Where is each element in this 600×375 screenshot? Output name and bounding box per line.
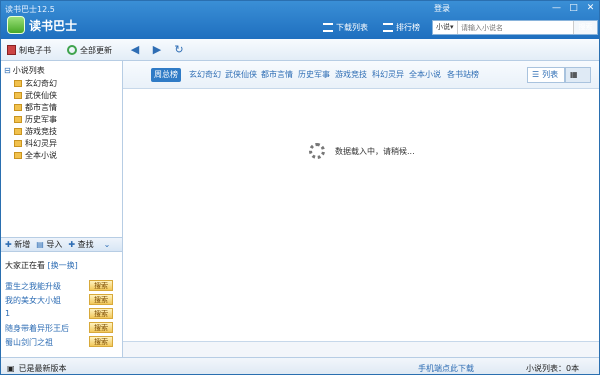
popular-book-link[interactable]: 重生之我能升级 (5, 281, 61, 292)
popular-search-button[interactable]: 搜索 (89, 322, 113, 333)
import-button[interactable]: ▤ 导入 (36, 239, 62, 250)
make-ebook-label: 制电子书 (19, 45, 51, 55)
status-bar: ▣ 已是最新版本 手机端点此下载 小说列表：0本 (1, 357, 599, 374)
popular-title: 大家正在看 [换一换] (5, 261, 78, 270)
app-logo: 读书巴士 (7, 15, 79, 35)
rank-list-label: 排行榜 (396, 22, 420, 32)
popular-book-link[interactable]: 1 (5, 309, 10, 318)
popular-book-link[interactable]: 蜀山剑门之祖 (5, 337, 53, 348)
popular-search-button[interactable]: 搜索 (89, 308, 113, 319)
rank-list-button[interactable]: 排行榜 (383, 20, 420, 34)
tab-youxi[interactable]: 游戏竞技 (332, 68, 370, 82)
sidebar: ⊟ 小说列表 玄幻奇幻 武侠仙侠 都市言情 历史军事 游戏竞技 科幻灵异 全本小… (1, 61, 123, 357)
search-category-select[interactable]: 小说▾ (433, 21, 458, 34)
maximize-button[interactable]: □ (565, 2, 582, 15)
app-name: 读书巴士 (29, 18, 78, 33)
refresh-icon (67, 45, 77, 55)
tab-quanben[interactable]: 全本小说 (406, 68, 444, 82)
tab-kehuan[interactable]: 科幻灵异 (369, 68, 407, 82)
tab-wuxia[interactable]: 武侠仙侠 (222, 68, 260, 82)
download-list-button[interactable]: 下载列表 (323, 20, 368, 34)
tab-dushi[interactable]: 都市言情 (258, 68, 296, 82)
folder-icon (14, 116, 22, 123)
find-icon: ✚ (68, 240, 76, 249)
view-grid-button[interactable]: ▦ (565, 67, 591, 83)
folder-icon (14, 152, 22, 159)
tab-sites[interactable]: 各书站榜 (444, 68, 482, 82)
update-all-button[interactable]: 全部更新 (67, 43, 112, 57)
popular-item: 我的美女大小姐 搜索 (5, 294, 119, 306)
find-button[interactable]: ✚ 查找 (68, 239, 93, 250)
minimize-button[interactable]: — (548, 2, 565, 15)
list-view-icon: ☰ (532, 70, 540, 79)
spinner-icon (309, 143, 325, 159)
popular-book-link[interactable]: 随身带着异形王后 (5, 323, 69, 334)
content-area: 周总榜 玄幻奇幻 武侠仙侠 都市言情 历史军事 游戏竞技 科幻灵异 全本小说 各… (123, 61, 599, 357)
tree-root[interactable]: ⊟ 小说列表 (4, 65, 45, 76)
folder-icon (14, 80, 22, 87)
search-button[interactable]: 搜索 (573, 21, 597, 34)
tree-root-label: 小说列表 (12, 66, 45, 75)
update-status-icon: ▣ (7, 364, 15, 373)
loading-indicator: 数据载入中，请稍候... (309, 143, 415, 159)
mobile-download-link[interactable]: 手机端点此下载 (418, 363, 474, 374)
grid-view-icon: ▦ (570, 70, 578, 79)
category-tabs: 周总榜 玄幻奇幻 武侠仙侠 都市言情 历史军事 游戏竞技 科幻灵异 全本小说 各… (123, 61, 599, 89)
add-icon: ✚ (5, 240, 12, 249)
tree-root-icon: ⊟ (4, 66, 11, 75)
folder-icon (14, 92, 22, 99)
novel-count: 小说列表：0本 (526, 364, 580, 373)
update-all-label: 全部更新 (80, 45, 112, 55)
refresh-link[interactable]: [换一换] (48, 261, 78, 270)
back-icon[interactable]: ◀ (128, 44, 142, 56)
tree-item-youxi[interactable]: 游戏竞技 (14, 126, 57, 137)
download-list-label: 下载列表 (336, 22, 368, 32)
collapse-icon[interactable]: ⌄ (104, 240, 111, 249)
popular-item: 重生之我能升级 搜索 (5, 280, 119, 292)
logo-icon (7, 16, 25, 34)
add-button[interactable]: ✚ 新增 (5, 239, 30, 250)
tree-item-lishi[interactable]: 历史军事 (14, 114, 57, 125)
sidebar-actions: ✚ 新增 ▤ 导入 ✚ 查找 ⌄ (1, 237, 122, 252)
list-icon (323, 22, 333, 32)
toolbar: 制电子书 全部更新 ◀ ▶ ↻ (1, 39, 599, 61)
tree-item-kehuan[interactable]: 科幻灵异 (14, 138, 57, 149)
version-status: ▣ 已是最新版本 (7, 364, 67, 373)
version-label: 读书巴士12.5 (5, 5, 55, 14)
tab-weekly[interactable]: 周总榜 (151, 68, 181, 82)
horizontal-scrollbar[interactable] (123, 341, 599, 357)
view-list-button[interactable]: ☰ 列表 (527, 67, 565, 83)
close-button[interactable]: ✕ (582, 2, 599, 15)
popular-search-button[interactable]: 搜索 (89, 336, 113, 347)
reload-icon[interactable]: ↻ (172, 44, 186, 56)
loading-text: 数据载入中，请稍候... (335, 146, 415, 156)
popular-item: 蜀山剑门之祖 搜索 (5, 336, 119, 348)
tree-item-quanben[interactable]: 全本小说 (14, 150, 57, 161)
popular-item: 1 搜索 (5, 308, 119, 320)
title-bar: 读书巴士12.5 读书巴士 下载列表 排行榜 登录 — □ ✕ 小说▾ 搜索 (1, 1, 599, 39)
popular-search-button[interactable]: 搜索 (89, 294, 113, 305)
tree-item-xuanhuan[interactable]: 玄幻奇幻 (14, 78, 57, 89)
popular-panel: 大家正在看 [换一换] 重生之我能升级 搜索 我的美女大小姐 搜索 1 搜索 随身带着… (1, 252, 122, 357)
import-icon: ▤ (36, 240, 44, 249)
tab-lishi[interactable]: 历史军事 (295, 68, 333, 82)
tree-item-wuxia[interactable]: 武侠仙侠 (14, 90, 57, 101)
make-ebook-button[interactable]: 制电子书 (7, 43, 51, 57)
book-icon (7, 45, 16, 55)
popular-item: 随身带着异形王后 搜索 (5, 322, 119, 334)
tree-item-dushi[interactable]: 都市言情 (14, 102, 57, 113)
tab-xuanhuan[interactable]: 玄幻奇幻 (186, 68, 224, 82)
search-box: 小说▾ 搜索 (432, 20, 598, 35)
popular-search-button[interactable]: 搜索 (89, 280, 113, 291)
popular-book-link[interactable]: 我的美女大小姐 (5, 295, 61, 306)
folder-icon (14, 140, 22, 147)
forward-icon[interactable]: ▶ (150, 44, 164, 56)
app-window: 读书巴士12.5 读书巴士 下载列表 排行榜 登录 — □ ✕ 小说▾ 搜索 制… (0, 0, 600, 375)
search-input[interactable] (458, 21, 568, 34)
folder-icon (14, 104, 22, 111)
ranking-icon (383, 22, 393, 32)
login-link[interactable]: 登录 (434, 3, 450, 14)
folder-icon (14, 128, 22, 135)
